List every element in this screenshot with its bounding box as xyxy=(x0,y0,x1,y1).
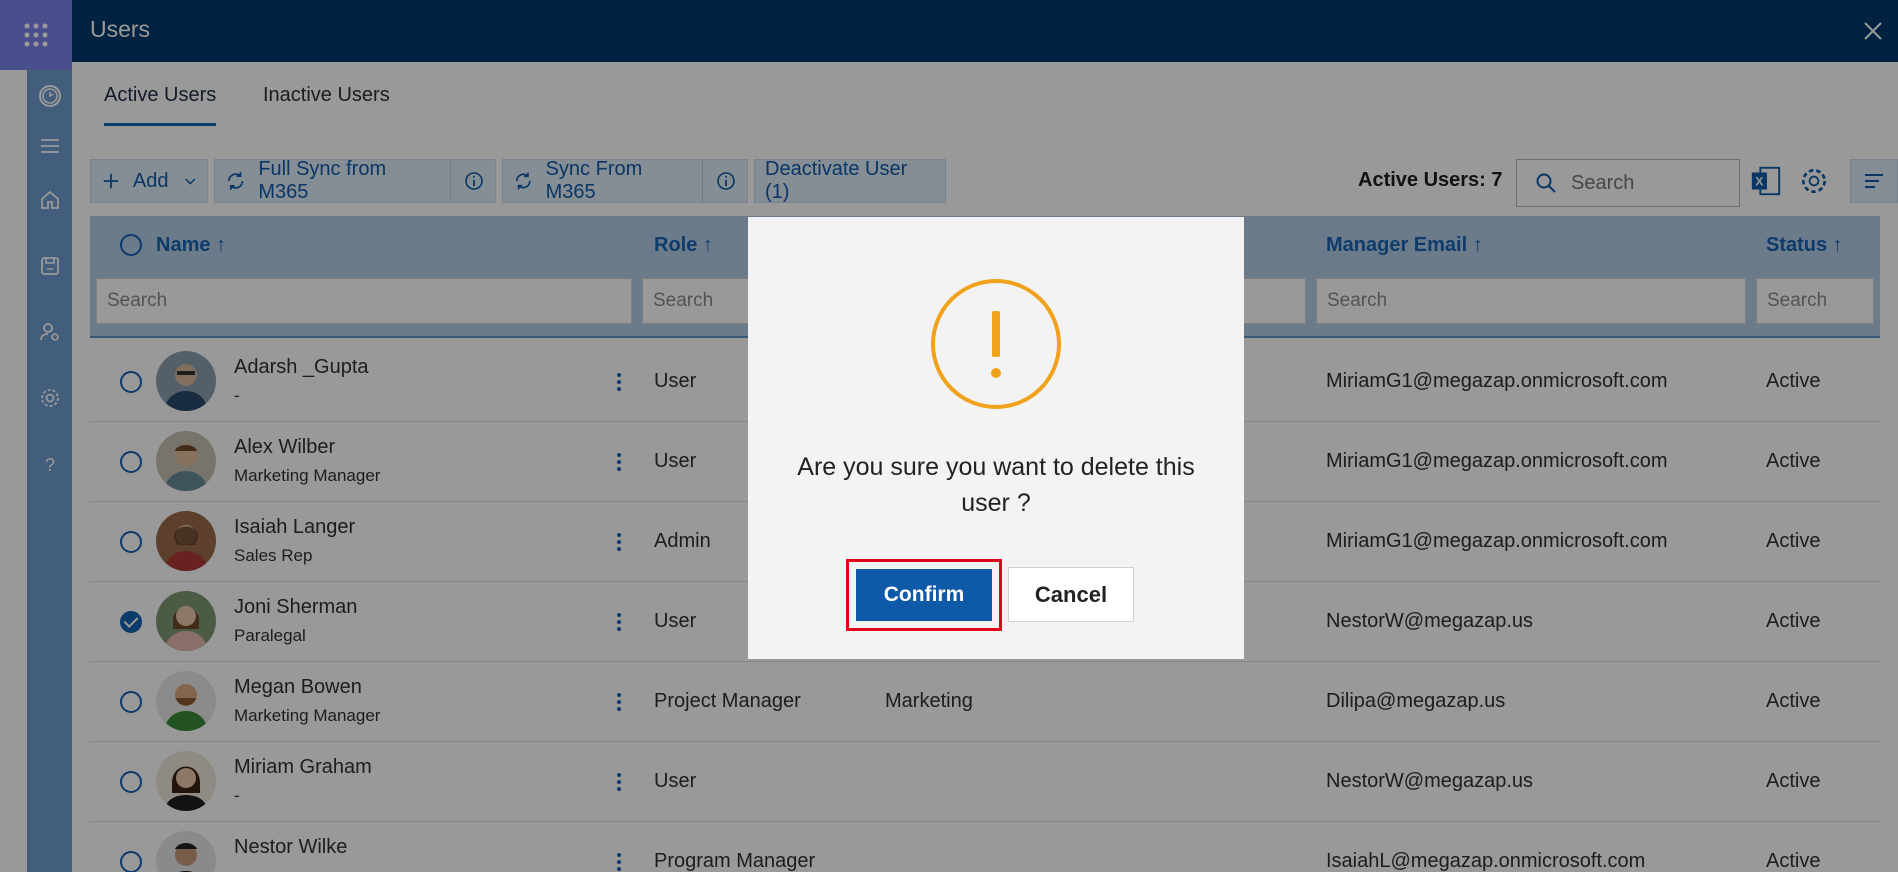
cancel-button[interactable]: Cancel xyxy=(1008,567,1134,622)
dialog-message: Are you sure you want to delete this use… xyxy=(797,453,1195,517)
app-root: ? Users Active Users Inactive Users Add … xyxy=(0,0,1898,872)
confirm-highlight: Confirm xyxy=(846,559,1002,631)
warning-icon xyxy=(931,279,1061,409)
confirm-button[interactable]: Confirm xyxy=(856,569,992,621)
confirm-delete-dialog: Are you sure you want to delete this use… xyxy=(748,217,1244,659)
